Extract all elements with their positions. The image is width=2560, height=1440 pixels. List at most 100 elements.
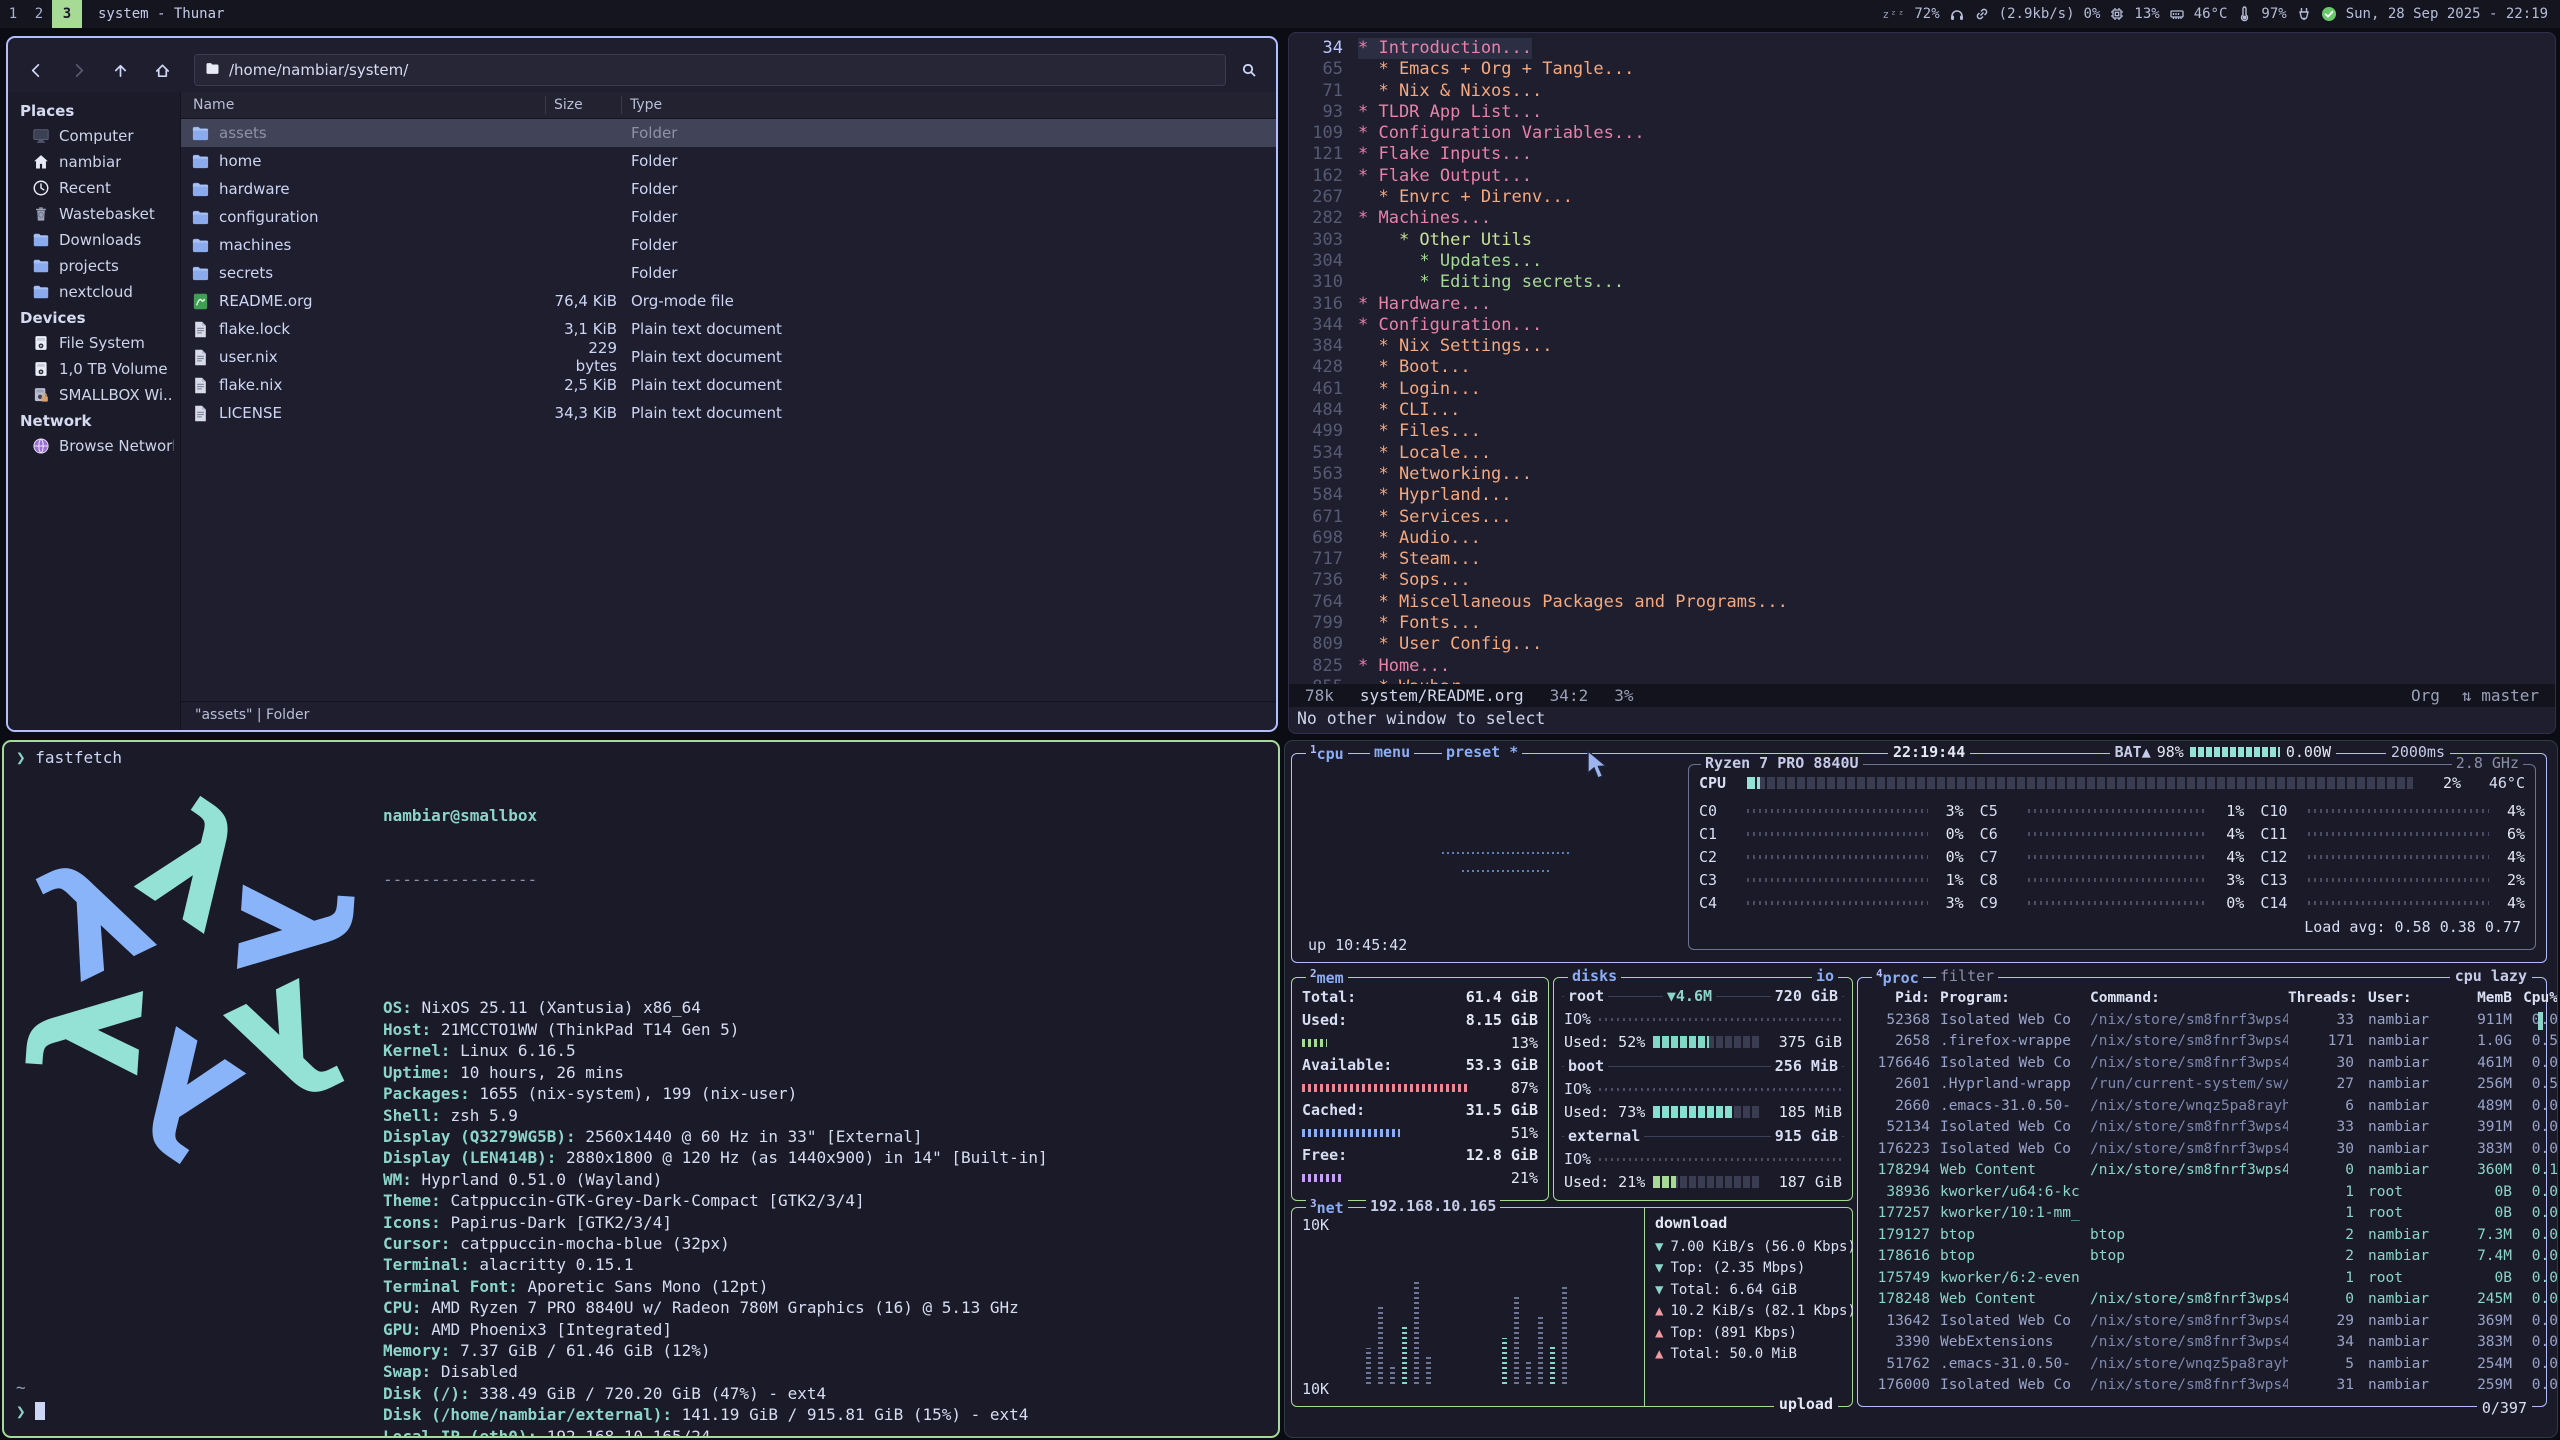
column-name[interactable]: Name <box>181 97 545 113</box>
mouse-cursor <box>1586 750 1612 780</box>
disks-box-tab[interactable]: disks <box>1568 967 1621 985</box>
shell-command: ❯ fastfetch <box>16 748 122 767</box>
proc-box-tab[interactable]: 4proc <box>1872 967 1923 987</box>
process-count: 0/397 <box>2477 1399 2532 1417</box>
proc-scrollbar[interactable] <box>2538 1012 2543 1030</box>
thunar-window: /home/nambiar/system/ Places Computernam… <box>6 36 1278 732</box>
mem-box-tab[interactable]: 2mem <box>1306 967 1348 987</box>
process-row[interactable]: 52368 Isolated Web Co /nix/store/sm8fnrf… <box>1866 1009 2540 1031</box>
process-row[interactable]: 177257 kworker/10:1-mm_ 1 root 0B 0.0 <box>1866 1203 2540 1225</box>
process-row[interactable]: 51762 .emacs-31.0.50- /nix/store/wnqz5pa… <box>1866 1353 2540 1375</box>
process-row[interactable]: 52134 Isolated Web Co /nix/store/sm8fnrf… <box>1866 1117 2540 1139</box>
temperature-value[interactable]: 46°C <box>2194 6 2228 22</box>
file-row[interactable]: hardware Folder <box>181 175 1276 203</box>
sidebar-device[interactable]: 1,0 TB Volume <box>8 356 180 382</box>
line-number: 344 <box>1289 315 1358 336</box>
up-button[interactable] <box>102 55 138 85</box>
process-row[interactable]: 176646 Isolated Web Co /nix/store/sm8fnr… <box>1866 1052 2540 1074</box>
fastfetch-row: Swap: Disabled <box>383 1361 1048 1382</box>
file-row[interactable]: user.nix 229 bytes Plain text document <box>181 343 1276 371</box>
column-size[interactable]: Size <box>545 96 621 114</box>
org-heading-line: 428* Boot... <box>1289 357 2555 378</box>
home-button[interactable] <box>144 55 180 85</box>
volume-value[interactable]: 72% <box>1914 6 1939 22</box>
preset-button[interactable]: preset * <box>1442 743 1522 761</box>
process-row[interactable]: 13642 Isolated Web Co /nix/store/sm8fnrf… <box>1866 1310 2540 1332</box>
sidebar-item[interactable]: nambiar <box>8 149 180 175</box>
file-row[interactable]: LICENSE 34,3 KiB Plain text document <box>181 399 1276 427</box>
process-row[interactable]: 175749 kworker/6:2-even 1 root 0B 0.0 <box>1866 1267 2540 1289</box>
net-box-tab[interactable]: 3net <box>1306 1197 1348 1217</box>
back-button[interactable] <box>18 55 54 85</box>
sidebar-item[interactable]: nextcloud <box>8 279 180 305</box>
sidebar: Places ComputernambiarRecentWastebasketD… <box>8 92 180 730</box>
palette-swatch <box>479 1320 503 1360</box>
path-bar[interactable]: /home/nambiar/system/ <box>194 54 1226 86</box>
line-number: 310 <box>1289 272 1358 293</box>
sidebar-item-icon <box>32 127 50 145</box>
battery-value[interactable]: 97% <box>2261 6 2286 22</box>
process-row[interactable]: 2660 .emacs-31.0.50- /nix/store/wnqz5pa8… <box>1866 1095 2540 1117</box>
cpu-value[interactable]: 0% <box>2084 6 2101 22</box>
refresh-rate[interactable]: 2000ms <box>2386 743 2450 761</box>
column-type[interactable]: Type <box>621 96 1276 114</box>
cpu-model: Ryzen 7 PRO 8840U <box>1701 754 1863 772</box>
sidebar-item[interactable]: Computer <box>8 123 180 149</box>
org-heading-line: 855* Waubar... <box>1289 677 2555 684</box>
process-row[interactable]: 3390 WebExtensions /nix/store/sm8fnrf3wp… <box>1866 1332 2540 1354</box>
file-row[interactable]: flake.lock 3,1 KiB Plain text document <box>181 315 1276 343</box>
sidebar-device[interactable]: SMALLBOX Wi... <box>8 382 180 408</box>
cpu-box-tab[interactable]: 1cpu <box>1306 743 1348 763</box>
process-row[interactable]: 38936 kworker/u64:6-kc 1 root 0B 0.0 <box>1866 1181 2540 1203</box>
process-row[interactable]: 178616 btop btop 2 nambiar 7.4M 0.0 <box>1866 1246 2540 1268</box>
column-headers: Name Size Type <box>181 92 1276 119</box>
process-list: 52368 Isolated Web Co /nix/store/sm8fnrf… <box>1866 1009 2540 1396</box>
process-row[interactable]: 178294 Web Content /nix/store/sm8fnrf3wp… <box>1866 1160 2540 1182</box>
file-row[interactable]: README.org 76,4 KiB Org-mode file <box>181 287 1276 315</box>
io-tab[interactable]: io <box>1812 967 1838 985</box>
idle-inhibitor[interactable]: zᶻᶻ <box>1883 8 1906 21</box>
disk-entry: root▼4.6M720 GiB IO% Used: 52%375 GiB <box>1554 984 1852 1054</box>
process-row[interactable]: 176223 Isolated Web Co /nix/store/sm8fnr… <box>1866 1138 2540 1160</box>
sidebar-item[interactable]: Downloads <box>8 227 180 253</box>
filter-button[interactable]: filter <box>1936 967 1998 985</box>
memory-value[interactable]: 13% <box>2134 6 2159 22</box>
network-speed[interactable]: (2.9kb/s) <box>1999 6 2075 22</box>
clock[interactable]: Sun, 28 Sep 2025 - 22:19 <box>2346 6 2548 22</box>
shell-prompt[interactable]: ~ ❯ <box>16 1376 45 1424</box>
process-row[interactable]: 2658 .firefox-wrappe /nix/store/sm8fnrf3… <box>1866 1031 2540 1053</box>
file-row[interactable]: flake.nix 2,5 KiB Plain text document <box>181 371 1276 399</box>
sidebar-item[interactable]: Wastebasket <box>8 201 180 227</box>
sidebar-device[interactable]: File System <box>8 330 180 356</box>
status-ok-icon[interactable] <box>2321 6 2337 22</box>
sidebar-item[interactable]: projects <box>8 253 180 279</box>
org-heading-line: 534* Locale... <box>1289 443 2555 464</box>
line-number: 799 <box>1289 613 1358 634</box>
search-button[interactable] <box>1232 55 1266 85</box>
sidebar-item[interactable]: Recent <box>8 175 180 201</box>
file-row[interactable]: assets Folder <box>181 119 1276 147</box>
file-row[interactable]: machines Folder <box>181 231 1276 259</box>
file-row[interactable]: secrets Folder <box>181 259 1276 287</box>
line-number: 484 <box>1289 400 1358 421</box>
process-row[interactable]: 179127 btop btop 2 nambiar 7.3M 0.0 <box>1866 1224 2540 1246</box>
sidebar-item-icon <box>32 283 50 301</box>
file-row[interactable]: home Folder <box>181 147 1276 175</box>
sort-selector[interactable]: cpu lazy <box>2450 967 2532 985</box>
org-heading-line: 310* Editing secrets... <box>1289 272 2555 293</box>
workspace-button[interactable]: 3 <box>52 0 82 28</box>
line-number: 65 <box>1289 59 1358 80</box>
mem-entry: Available:53.3 GiB 87% <box>1292 1054 1548 1099</box>
mem-box: 2mem Total:61.4 GiB Used:8.15 GiB 13% Av… <box>1291 977 1549 1201</box>
file-row[interactable]: configuration Folder <box>181 203 1276 231</box>
forward-button[interactable] <box>60 55 96 85</box>
process-row[interactable]: 178248 Web Content /nix/store/sm8fnrf3wp… <box>1866 1289 2540 1311</box>
line-number: 384 <box>1289 336 1358 357</box>
workspace-button[interactable]: 1 <box>0 0 26 28</box>
net-stat-row: ▼Total: 6.64 GiB <box>1655 1279 1842 1301</box>
sidebar-network-item[interactable]: Browse Network <box>8 433 180 459</box>
process-row[interactable]: 2601 .Hyprland-wrapp /run/current-system… <box>1866 1074 2540 1096</box>
menu-button[interactable]: menu <box>1370 743 1414 761</box>
process-row[interactable]: 176000 Isolated Web Co /nix/store/sm8fnr… <box>1866 1375 2540 1397</box>
workspace-button[interactable]: 2 <box>26 0 52 28</box>
